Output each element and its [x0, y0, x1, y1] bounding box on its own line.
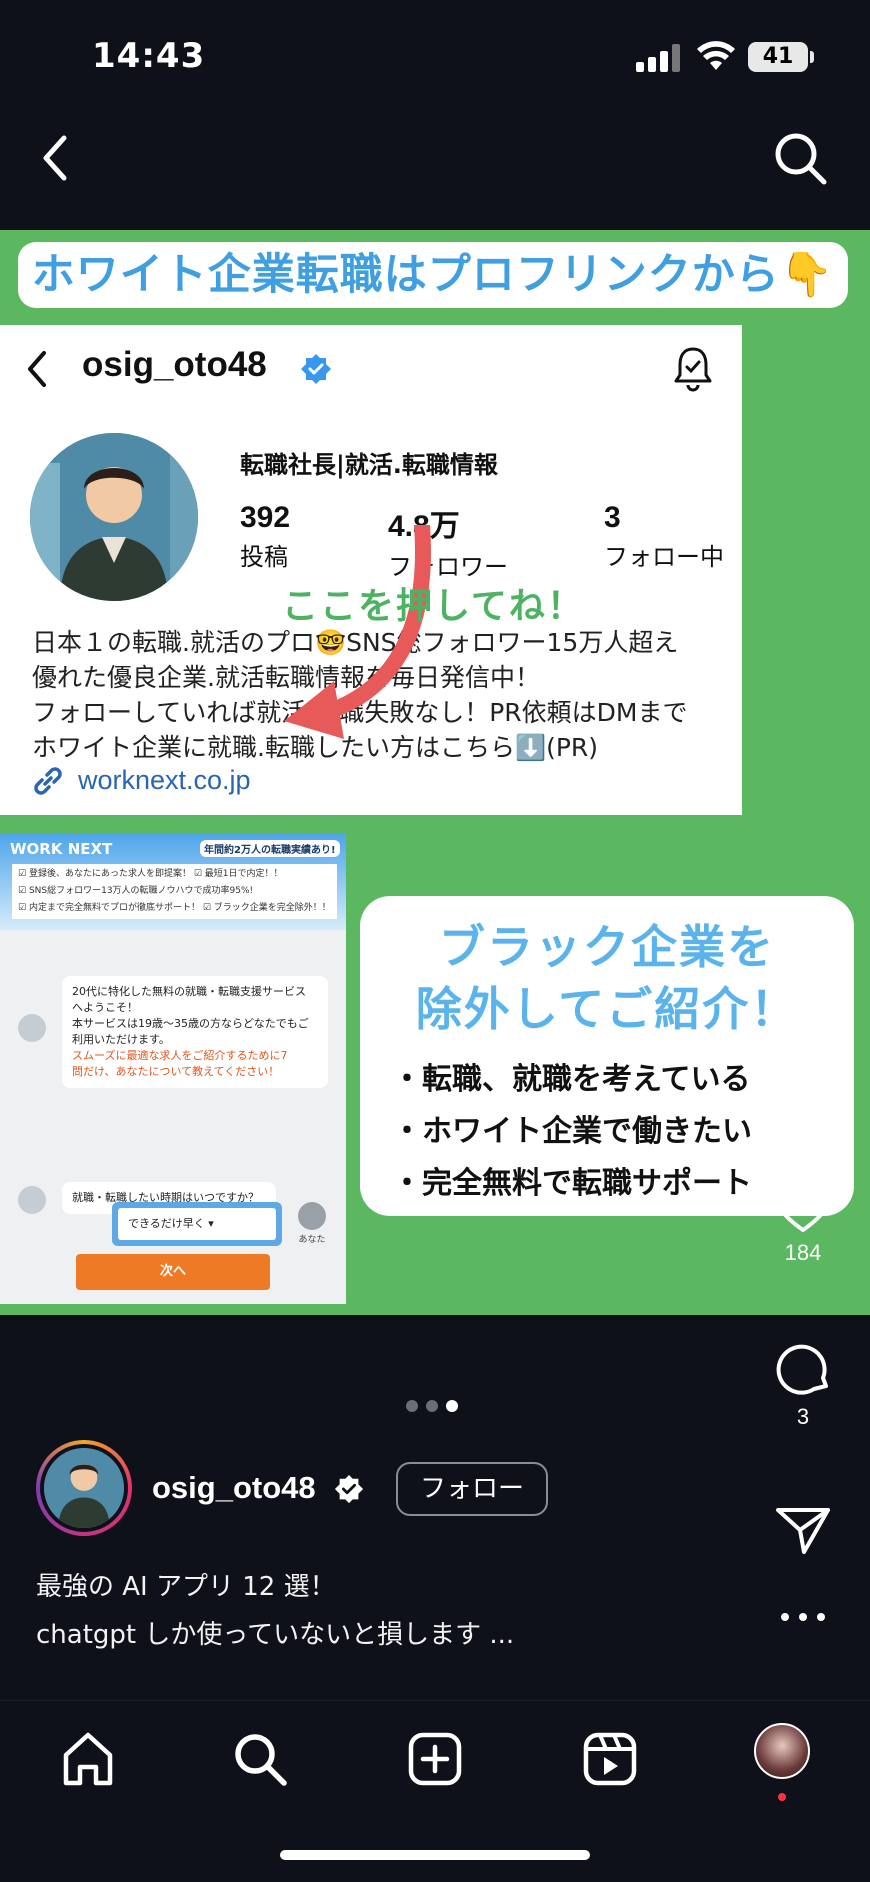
verified-badge-icon [334, 1474, 364, 1504]
user-avatar: あなた [296, 1202, 328, 1245]
stat-following-label: フォロー中 [604, 543, 724, 571]
carousel-indicator [406, 1400, 466, 1414]
caption-line: 最強の AI アプリ 12 選！ [36, 1572, 336, 1602]
landing-checklist: ☑ 登録後、あなたにあった求人を即提案！ ☑ 最短1日で内定！！ ☑ SNS総フ… [12, 864, 337, 919]
landing-page-screenshot: WORK NEXT 年間約2万人の転職実績あり! ☑ 登録後、あなたにあった求人… [0, 834, 346, 1304]
explore-search-icon[interactable] [230, 1729, 290, 1789]
promo-item: ・ホワイト企業で働きたい [392, 1114, 752, 1149]
checklist-item: ☑ SNS総フォロワー13万人の転職ノウハウで成功率95%! [18, 886, 254, 896]
profile-link: worknext.co.jp [78, 765, 251, 795]
comment-action[interactable]: 3 [770, 1340, 836, 1430]
author-avatar[interactable] [36, 1440, 132, 1536]
profile-card-screenshot: osig_oto48 転職社長|就活.転職情報 392 投稿 4.8万 フォロワ… [0, 325, 742, 815]
more-action[interactable] [770, 1610, 836, 1624]
timing-select: できるだけ早く ▾ [112, 1202, 282, 1246]
comment-icon[interactable] [774, 1340, 832, 1398]
landing-chat: 20代に特化した無料の就職・転職支援サービス へようこそ！ 本サービスは19歳〜… [0, 930, 346, 1304]
press-here-hint: ここを押してね！ [282, 586, 585, 627]
paper-plane-icon[interactable] [774, 1502, 832, 1558]
checklist-item: ☑ 登録後、あなたにあった求人を即提案！ ☑ 最短1日で内定！！ [18, 869, 283, 879]
more-horizontal-icon[interactable] [778, 1610, 828, 1624]
search-icon[interactable] [772, 130, 830, 188]
promo-card: ブラック企業を 除外してご紹介！ ・転職、就職を考えている ・ホワイト企業で働き… [360, 896, 854, 1216]
profile-avatar [30, 433, 198, 601]
like-action[interactable]: 184 [770, 1178, 836, 1266]
profile-tab-avatar[interactable] [754, 1723, 810, 1779]
timing-select-value: できるだけ早く ▾ [118, 1208, 276, 1240]
bot-avatar [18, 1186, 46, 1214]
share-action[interactable] [770, 1502, 836, 1558]
follow-button[interactable]: フォロー [396, 1462, 548, 1516]
chat-bubble-welcome: 20代に特化した無料の就職・転職支援サービス へようこそ！ 本サービスは19歳〜… [62, 976, 328, 1088]
home-indicator[interactable] [280, 1850, 590, 1860]
pointer-arrow-icon [284, 525, 431, 739]
carousel-dot-active [446, 1400, 458, 1412]
post-image[interactable]: ホワイト企業転職はプロフリンクから👇 osig_oto48 転職社長|就活.転職… [0, 230, 870, 1315]
status-bar: 14:43 41 [0, 0, 870, 115]
checklist-item: ☑ 内定まで完全無料でプロが徹底サポート！ ☑ ブラック企業を完全除外！！ [18, 903, 331, 913]
verified-badge-icon [301, 354, 331, 384]
carousel-dot [426, 1400, 438, 1412]
bot-avatar [18, 1014, 46, 1042]
author-username[interactable]: osig_oto48 [152, 1470, 316, 1506]
create-post-icon[interactable] [405, 1729, 465, 1789]
promo-title: ブラック企業を 除外してご紹介！ [415, 920, 799, 1036]
status-time: 14:43 [92, 36, 206, 76]
battery-tip [810, 51, 814, 63]
notification-dot [778, 1793, 786, 1801]
post-headline: ホワイト企業転職はプロフリンクから👇 [18, 242, 848, 308]
profile-username: osig_oto48 [82, 345, 267, 384]
home-icon[interactable] [58, 1729, 118, 1789]
reels-icon[interactable] [580, 1729, 640, 1789]
wifi-icon [697, 41, 735, 70]
notification-bell-icon [674, 347, 712, 392]
link-icon [34, 767, 62, 795]
stat-following: 3 フォロー中 [604, 501, 724, 572]
battery-level: 41 [748, 42, 808, 72]
landing-badge: 年間約2万人の転職実績あり! [200, 840, 340, 857]
caption-line[interactable]: chatgpt しか使っていないと損します ... [36, 1614, 514, 1651]
landing-logo: WORK NEXT [10, 840, 113, 858]
back-icon[interactable] [30, 128, 78, 188]
heart-icon[interactable] [773, 1178, 833, 1234]
stat-following-value: 3 [604, 501, 621, 534]
profile-title: 転職社長|就活.転職情報 [240, 451, 498, 479]
back-icon [28, 351, 46, 387]
comment-count: 3 [796, 1404, 810, 1429]
carousel-dot [406, 1400, 418, 1412]
promo-item: ・転職、就職を考えている [392, 1062, 751, 1097]
like-count: 184 [784, 1240, 822, 1265]
landing-header: WORK NEXT 年間約2万人の転職実績あり! ☑ 登録後、あなたにあった求人… [0, 834, 346, 930]
cellular-signal-icon [636, 44, 680, 72]
next-button: 次へ [76, 1254, 270, 1290]
